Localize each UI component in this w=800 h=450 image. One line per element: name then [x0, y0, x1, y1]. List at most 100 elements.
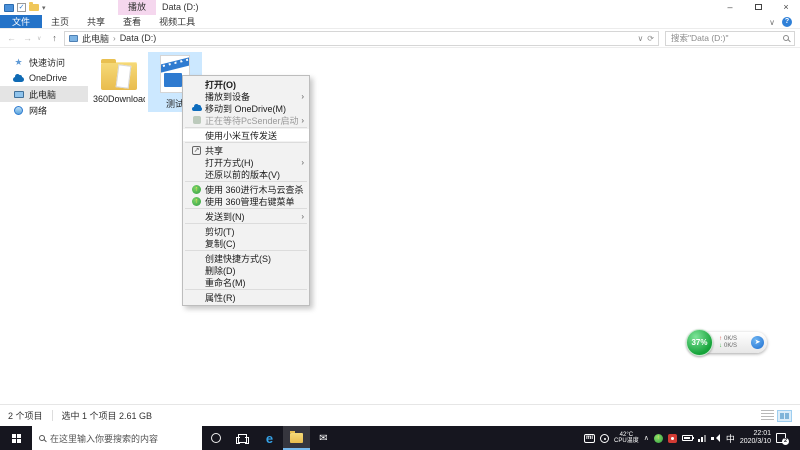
search-input[interactable]: 搜索"Data (D:)" — [665, 30, 795, 46]
context-menu-item[interactable]: 还原以前的版本(V) — [183, 168, 309, 180]
explorer-window: ✓ ▾ 播放 Data (D:) – × 文件 主页 共享 查看 视频工具 ∨ ? ← … — [0, 0, 800, 426]
cloud-icon — [13, 73, 24, 82]
close-button[interactable]: × — [772, 0, 800, 15]
file-name: 360Downloads — [93, 94, 145, 104]
rocket-boost-icon[interactable]: ➤ — [751, 336, 764, 349]
minimize-button[interactable]: – — [716, 0, 744, 15]
taskbar-search-input[interactable]: 在这里输入你要搜索的内容 — [32, 426, 202, 450]
mail-button[interactable]: ✉ — [310, 426, 337, 450]
edge-button[interactable]: e — [256, 426, 283, 450]
status-divider — [51, 410, 53, 421]
download-speed: 0K/S — [724, 342, 738, 349]
xiaomi-tray-icon[interactable]: mi — [584, 433, 596, 443]
hidden-icons-chevron[interactable]: ∧ — [644, 434, 649, 442]
breadcrumb-root[interactable]: 此电脑 — [82, 32, 109, 45]
ime-indicator[interactable]: 中 — [726, 432, 735, 445]
file-item-folder[interactable]: 360Downloads — [92, 52, 146, 106]
start-button[interactable] — [0, 426, 32, 450]
windows-logo-icon — [11, 433, 21, 443]
star-icon: ★ — [14, 57, 23, 67]
task-view-button[interactable] — [229, 426, 256, 450]
submenu-arrow-icon: › — [301, 91, 304, 101]
submenu-arrow-icon: › — [301, 157, 304, 167]
cpu-temp-label: CPU温度 — [614, 438, 639, 444]
context-menu-item-label: 重命名(M) — [205, 277, 246, 288]
history-dropdown-icon[interactable]: ∨ — [37, 35, 45, 42]
ribbon-tab[interactable]: 主页 — [42, 15, 78, 28]
qat-dropdown-icon[interactable]: ▾ — [42, 4, 46, 12]
ribbon-tab[interactable]: 共享 — [78, 15, 114, 28]
ribbon-tab[interactable]: 文件 — [0, 15, 43, 28]
sidebar-item[interactable]: 网络 — [0, 102, 88, 118]
sidebar-item-label: 快速访问 — [29, 57, 66, 68]
clock[interactable]: 22:01 2020/3/10 — [740, 430, 771, 446]
address-dropdown-icon[interactable]: ∨ — [637, 34, 643, 43]
context-menu-item[interactable]: ↑ 使用 360管理右键菜单 — [183, 195, 309, 207]
cortana-button[interactable] — [202, 426, 229, 450]
contextual-tab-play[interactable]: 播放 — [118, 0, 157, 15]
refresh-icon[interactable]: ⟳ — [647, 34, 654, 43]
context-menu-item[interactable]: 打开(O) — [183, 78, 309, 90]
sidebar-item[interactable]: ★ 快速访问 — [0, 54, 88, 70]
system-tray: mi 42°C CPU温度 ∧ ↑ 中 22:01 2020/3/10 2 — [584, 426, 800, 450]
context-menu-item: 正在等待PcSender启动 › — [183, 114, 309, 126]
file-explorer-icon — [290, 431, 303, 443]
speed-gauge-widget[interactable]: ↑ 0K/S ↓ 0K/S ➤ 37% — [686, 329, 768, 357]
time: 22:01 — [753, 430, 771, 437]
details-view-icon[interactable] — [761, 410, 774, 421]
context-menu-item[interactable]: 创建快捷方式(S) — [183, 252, 309, 264]
breadcrumb[interactable]: 此电脑 › Data (D:) ∨ ⟳ — [64, 30, 659, 46]
context-menu-item[interactable]: 发送到(N) › — [183, 210, 309, 222]
volume-icon[interactable] — [710, 433, 721, 443]
context-menu-item[interactable]: 复制(C) — [183, 237, 309, 249]
ribbon-tab[interactable]: 视频工具 — [150, 15, 204, 28]
thumbnail-view-icon[interactable] — [777, 409, 792, 422]
properties-icon[interactable]: ✓ — [17, 3, 26, 12]
context-menu-item-label: 正在等待PcSender启动 — [205, 115, 299, 126]
context-menu-item[interactable]: ↗ 共享 — [183, 144, 309, 156]
context-menu-item[interactable]: 播放到设备 › — [183, 90, 309, 102]
back-icon[interactable]: ← — [5, 33, 18, 43]
file-explorer-button[interactable] — [283, 426, 310, 450]
context-menu-item-label: 复制(C) — [205, 238, 236, 249]
upload-speed: 0K/S — [724, 335, 738, 342]
window-controls: – × — [716, 0, 800, 15]
new-folder-icon[interactable] — [29, 2, 39, 11]
search-placeholder: 搜索"Data (D:)" — [671, 33, 729, 43]
cpu-temperature[interactable]: 42°C CPU温度 — [614, 432, 639, 445]
net-icon — [13, 105, 24, 115]
context-menu-item-label: 使用 360管理右键菜单 — [205, 196, 295, 207]
up-icon[interactable]: ↑ — [48, 33, 61, 43]
app-tray-icon[interactable] — [600, 433, 610, 443]
action-center-icon[interactable]: 2 — [776, 433, 789, 445]
ribbon-right-controls: ∨ ? — [769, 15, 792, 29]
selection-info: 选中 1 个项目 2.61 GB — [61, 411, 153, 421]
forward-icon[interactable]: → — [21, 33, 34, 43]
battery-icon[interactable] — [681, 435, 694, 441]
360-safe-tray-icon[interactable]: ↑ — [653, 433, 663, 443]
context-menu-item[interactable]: ↑ 使用 360进行木马云查杀 — [183, 183, 309, 195]
ribbon-tab[interactable]: 查看 — [114, 15, 150, 28]
network-icon[interactable] — [697, 434, 706, 442]
context-menu-item[interactable]: 使用小米互传发送 — [183, 129, 309, 141]
maximize-button[interactable] — [744, 0, 772, 15]
context-menu-item[interactable]: 打开方式(H) › — [183, 156, 309, 168]
pc-icon — [13, 90, 24, 98]
red-tray-icon[interactable] — [667, 433, 677, 443]
window-title: Data (D:) — [162, 2, 199, 12]
help-icon[interactable]: ? — [782, 17, 792, 27]
sidebar-item[interactable]: OneDrive — [0, 70, 88, 86]
context-menu-item[interactable]: 重命名(M) — [183, 276, 309, 288]
context-menu-item[interactable]: 剪切(T) — [183, 225, 309, 237]
breadcrumb-current[interactable]: Data (D:) — [120, 33, 157, 43]
i360-icon: ↑ — [192, 184, 201, 194]
memory-percent-ball[interactable]: 37% — [686, 329, 713, 356]
context-menu-item[interactable]: 删除(D) — [183, 264, 309, 276]
sidebar-item[interactable]: 此电脑 — [0, 86, 88, 102]
edge-icon: e — [265, 430, 274, 446]
context-menu-item[interactable]: 属性(R) — [183, 291, 309, 303]
ribbon-collapse-icon[interactable]: ∨ — [769, 18, 775, 27]
notification-badge: 2 — [782, 438, 789, 445]
context-menu-item[interactable]: 移动到 OneDrive(M) — [183, 102, 309, 114]
address-bar: ← → ∨ ↑ 此电脑 › Data (D:) ∨ ⟳ 搜索"Data (D:)… — [0, 29, 800, 48]
